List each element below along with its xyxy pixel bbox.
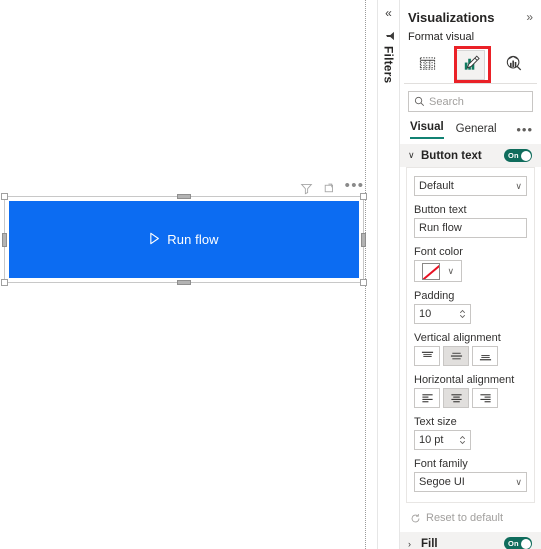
toggle-state-label: On [508,539,519,548]
search-input[interactable] [429,95,527,108]
expand-pane-icon[interactable]: » [526,11,535,23]
button-text-input[interactable]: Run flow [414,218,527,238]
font-color-row: ∨ [414,260,527,282]
visualizations-pane: Visualizations » Format visual Search Vi… [400,0,541,549]
label-horizontal-alignment: Horizontal alignment [414,374,515,386]
stepper-arrows-icon[interactable] [459,434,466,446]
align-left-icon[interactable] [414,388,440,408]
analytics-tab[interactable] [498,50,528,80]
format-visual-label: Format visual [408,31,475,43]
chevron-right-icon[interactable]: › [408,539,417,549]
resize-handle-top-left[interactable] [1,193,8,200]
resize-handle-top-right[interactable] [360,193,367,200]
analytics-magnifier-icon [504,54,523,76]
toggle-knob [520,150,531,161]
align-right-icon[interactable] [472,388,498,408]
text-size-stepper[interactable]: 10 pt [414,430,471,450]
filter-icon [382,31,396,42]
search-icon [414,96,425,107]
state-dropdown[interactable]: Default ∨ [414,176,527,196]
fields-table-icon [418,54,437,76]
card-title-button-text: Button text [421,149,482,162]
format-tab[interactable] [455,50,485,80]
resize-handle-top[interactable] [177,194,191,199]
format-tab-strip[interactable] [400,45,541,83]
card-body-button-text: Default ∨ Button text Run flow Font colo… [406,167,535,503]
reset-icon [410,513,421,524]
run-flow-button[interactable]: Run flow [9,201,359,278]
filters-rail[interactable]: « Filters [377,0,400,549]
toggle-state-label: On [508,151,519,160]
page-title: Visualizations [408,9,495,25]
padding-value: 10 [419,308,432,320]
align-bottom-icon[interactable] [472,346,498,366]
color-swatch-none [421,262,440,280]
label-font-family: Font family [414,458,468,470]
collapse-pane-icon[interactable]: « [385,7,392,19]
text-size-value: 10 pt [419,434,444,446]
search-box[interactable] [408,91,533,112]
font-family-dropdown[interactable]: Segoe UI ∨ [414,472,527,492]
resize-handle-bottom-left[interactable] [1,279,8,286]
resize-handle-bottom[interactable] [177,280,191,285]
label-button-text: Button text [414,204,467,216]
card-header-fill[interactable]: › Fill On [400,532,541,549]
toggle-button-text[interactable]: On [504,149,532,162]
tab-visual[interactable]: Visual [410,121,444,139]
visualizations-header: Visualizations » [400,0,541,30]
fields-tab[interactable] [412,50,442,80]
state-dropdown-value: Default [419,180,454,192]
run-flow-label: Run flow [167,232,219,247]
format-cards-list: ∨ Button text On Default ∨ Button text R… [400,144,541,549]
report-canvas[interactable]: ••• Run flow [0,0,368,549]
reset-to-default-label: Reset to default [426,512,504,524]
play-icon [149,232,160,248]
font-family-value: Segoe UI [419,476,465,488]
filter-icon[interactable] [299,181,314,196]
label-text-size: Text size [414,416,457,428]
toggle-fill[interactable]: On [504,537,532,549]
format-paintbrush-icon [461,54,480,76]
toggle-knob [520,538,531,549]
align-middle-icon[interactable] [443,346,469,366]
pane-tab-strip[interactable]: Visual General ••• [400,114,541,139]
reset-to-default-button[interactable]: Reset to default [400,503,541,532]
button-text-input-value: Run flow [419,222,462,234]
search-row [400,84,541,114]
filters-rail-label: Filters [381,46,396,84]
chevron-down-icon: ∨ [515,476,522,487]
tab-general[interactable]: General [456,123,497,139]
horizontal-alignment-group [414,388,527,408]
card-header-button-text[interactable]: ∨ Button text On [400,144,541,167]
focus-mode-icon[interactable] [323,181,338,196]
resize-handle-right[interactable] [361,233,366,247]
card-title-fill: Fill [421,537,438,549]
chevron-down-icon[interactable]: ∨ [408,150,417,161]
label-padding: Padding [414,290,455,302]
chevron-down-icon: ∨ [515,180,522,191]
pane-tabs-more-icon[interactable]: ••• [516,123,533,139]
stepper-arrows-icon[interactable] [459,308,466,320]
label-vertical-alignment: Vertical alignment [414,332,501,344]
align-center-icon[interactable] [443,388,469,408]
resize-handle-bottom-right[interactable] [360,279,367,286]
font-color-picker[interactable]: ∨ [414,260,462,282]
label-font-color: Font color [414,246,463,258]
selected-visual[interactable]: Run flow [1,193,367,286]
resize-handle-left[interactable] [2,233,7,247]
padding-stepper[interactable]: 10 [414,304,471,324]
align-top-icon[interactable] [414,346,440,366]
chevron-down-icon[interactable]: ∨ [448,266,455,276]
vertical-alignment-group [414,346,527,366]
